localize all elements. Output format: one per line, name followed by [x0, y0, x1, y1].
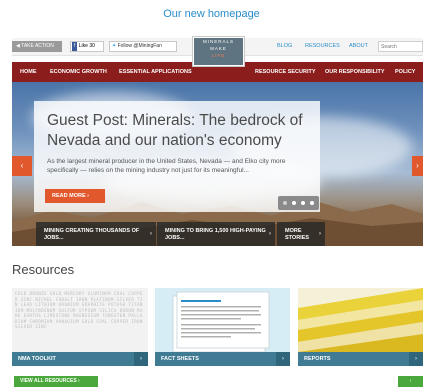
- page-caption: Our new homepage: [163, 8, 260, 20]
- twitter-follow-button[interactable]: ✦ Follow @MiningFan: [109, 41, 177, 52]
- carousel-dots: [278, 196, 319, 210]
- blog-link[interactable]: BLOG: [277, 43, 292, 49]
- fact-sheet-documents-image: [172, 291, 270, 352]
- logo-line-minerals: MINERALS: [202, 39, 234, 44]
- carousel-dot-3[interactable]: [301, 201, 305, 205]
- nav-item-home[interactable]: HOME: [20, 62, 37, 82]
- hero-title[interactable]: Guest Post: Minerals: The bedrock of Nev…: [47, 111, 312, 151]
- search-input[interactable]: [378, 41, 423, 52]
- facebook-icon: f: [72, 42, 78, 51]
- story-link-label: MINING CREATING THOUSANDS OF JOBS...: [44, 228, 140, 241]
- chevron-right-icon: ›: [409, 378, 412, 384]
- nav-item-our-responsibility[interactable]: OUR RESPONSIBILITY: [325, 62, 385, 82]
- read-more-button[interactable]: READ MORE ›: [45, 189, 105, 203]
- carousel-dot-1[interactable]: [283, 201, 287, 205]
- resource-card-fact-sheets[interactable]: FACT SHEETS ›: [155, 288, 290, 366]
- carousel-dot-4[interactable]: [310, 201, 314, 205]
- next-resources-button[interactable]: ›: [398, 376, 423, 387]
- chevron-right-icon: ›: [416, 161, 419, 170]
- report-stack-image: [298, 288, 423, 352]
- nav-item-essential-applications[interactable]: ESSENTIAL APPLICATIONS: [119, 62, 192, 82]
- facebook-like-label: Like: [78, 43, 88, 49]
- hero-excerpt: As the largest mineral producer in the U…: [47, 158, 286, 174]
- chevron-right-icon: ›: [409, 352, 423, 366]
- resource-card-label: REPORTS: [298, 352, 423, 366]
- site-logo[interactable]: MINERALS MAKE LIFE: [193, 37, 244, 66]
- logo-line-make: MAKE: [210, 46, 227, 51]
- view-all-resources-button[interactable]: VIEW ALL RESOURCES ›: [14, 376, 98, 387]
- carousel-prev-button[interactable]: ‹: [12, 156, 32, 176]
- story-link-label: MORE STORIES: [285, 228, 310, 241]
- toolkit-word-cloud: COLD BRONZE GOLD MERCURY ALUMINUM COAL C…: [15, 291, 143, 329]
- chevron-right-icon: ›: [269, 231, 271, 237]
- take-action-button[interactable]: ◀ TAKE ACTION: [12, 41, 62, 52]
- nav-item-policy[interactable]: POLICY: [395, 62, 415, 82]
- story-link-label: MINING TO BRING 1,500 HIGH-PAYING JOBS..…: [165, 228, 266, 241]
- resource-card-reports[interactable]: REPORTS ›: [298, 288, 423, 366]
- twitter-follow-label: Follow @MiningFan: [117, 43, 162, 49]
- hero-caption-panel: Guest Post: Minerals: The bedrock of Nev…: [34, 101, 320, 212]
- nav-item-economic-growth[interactable]: ECONOMIC GROWTH: [50, 62, 107, 82]
- chevron-right-icon: ›: [134, 352, 148, 366]
- carousel-dot-2[interactable]: [292, 201, 296, 205]
- resources-heading: Resources: [12, 262, 75, 277]
- about-link[interactable]: ABOUT: [349, 43, 368, 49]
- chevron-right-icon: ›: [319, 231, 321, 237]
- chevron-right-icon: ›: [276, 352, 290, 366]
- carousel-next-button[interactable]: ›: [412, 156, 423, 176]
- take-action-label: TAKE ACTION: [21, 43, 54, 49]
- story-link-thousands-of-jobs[interactable]: MINING CREATING THOUSANDS OF JOBS... ›: [36, 222, 156, 246]
- story-link-high-paying-jobs[interactable]: MINING TO BRING 1,500 HIGH-PAYING JOBS..…: [157, 222, 275, 246]
- nav-item-resource-security[interactable]: RESOURCE SECURITY: [255, 62, 316, 82]
- chevron-right-icon: ›: [150, 231, 152, 237]
- resource-card-label: NMA TOOLKIT: [12, 352, 148, 366]
- twitter-bird-icon: ✦: [112, 43, 117, 49]
- chevron-left-icon: ‹: [20, 161, 24, 170]
- facebook-like-count: 30: [89, 43, 95, 49]
- logo-line-life: LIFE: [211, 53, 226, 58]
- story-link-more-stories[interactable]: MORE STORIES ›: [277, 222, 325, 246]
- resource-card-toolkit[interactable]: COLD BRONZE GOLD MERCURY ALUMINUM COAL C…: [12, 288, 148, 366]
- facebook-like-button[interactable]: f Like 30: [70, 41, 104, 52]
- resource-card-label: FACT SHEETS: [155, 352, 290, 366]
- resources-link[interactable]: RESOURCES: [305, 43, 340, 49]
